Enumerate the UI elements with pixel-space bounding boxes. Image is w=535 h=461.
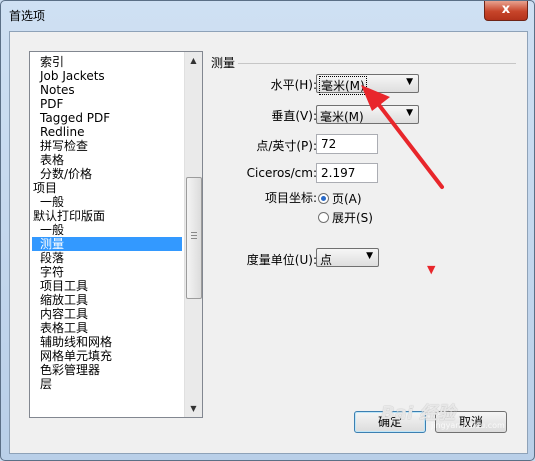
preferences-window: 首选项 x 索引 Job Jackets Notes PDF Tagged PDF Red…: [0, 0, 535, 461]
annotation-triangle-icon: ▼: [427, 263, 436, 276]
annotation-arrow-icon: [361, 85, 444, 189]
watermark-sub: jingyan.baidu.com: [431, 421, 505, 430]
